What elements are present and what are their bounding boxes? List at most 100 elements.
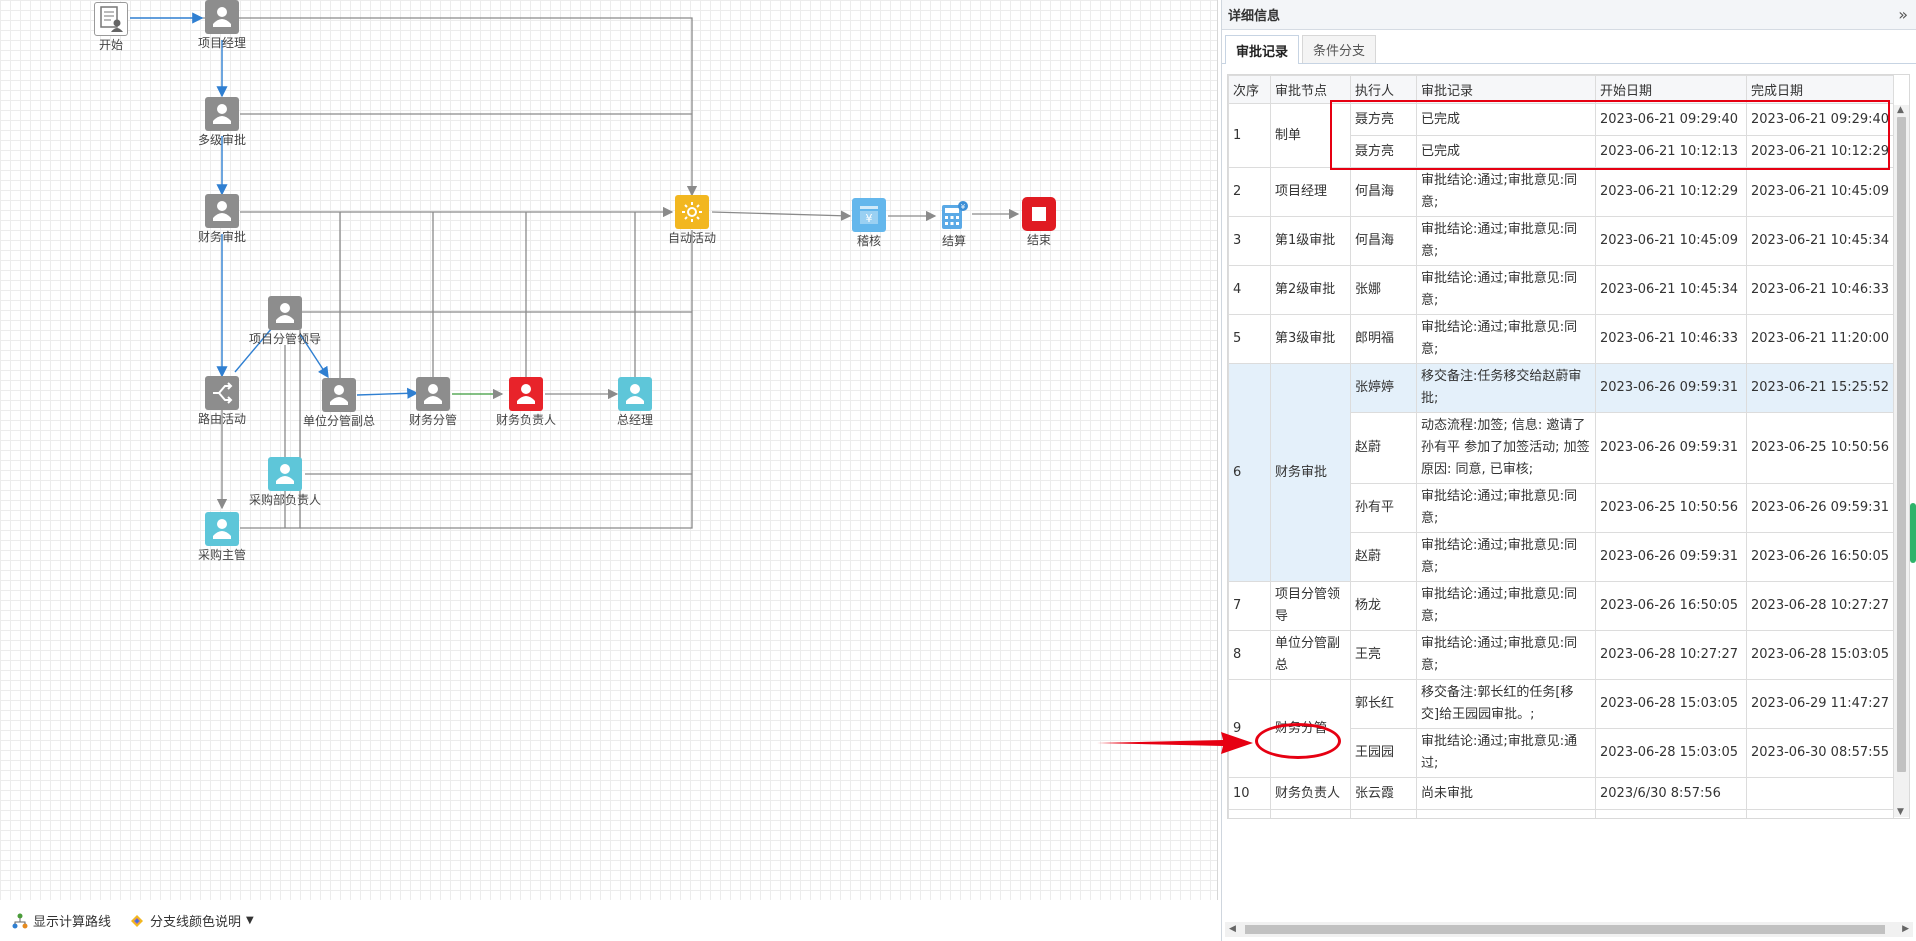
approval-table-body: 1 制单 聂方亮 已完成 2023-06-21 09:29:40 2023-06-21 0… bbox=[1228, 103, 1894, 818]
scroll-up-icon[interactable]: ▲ bbox=[1897, 105, 1904, 115]
svg-text:¥: ¥ bbox=[961, 203, 966, 211]
cell-user: 郎明福 bbox=[1350, 314, 1417, 364]
cell-node: 总经理 bbox=[1270, 809, 1351, 818]
cell-start: 2023-06-26 09:59:31 bbox=[1595, 412, 1747, 484]
cell-end: 2023-06-21 11:20:00 bbox=[1746, 314, 1894, 364]
cell-user: 杨明 bbox=[1350, 809, 1417, 818]
cell-user: 杨龙 bbox=[1350, 581, 1417, 631]
bottom-toolbar: 显示计算路线 分支线颜色说明 ▼ bbox=[0, 900, 1218, 941]
table-row[interactable]: 1 制单 聂方亮 已完成 2023-06-21 09:29:40 2023-06-21 0… bbox=[1228, 103, 1894, 168]
column-header[interactable]: 审批记录 bbox=[1416, 75, 1596, 104]
cell-node: 财务负责人 bbox=[1270, 777, 1351, 810]
tab-condition-branch[interactable]: 条件分支 bbox=[1302, 35, 1377, 63]
cell-end: 2023-06-21 09:29:40 bbox=[1746, 103, 1894, 136]
table-row[interactable]: 8 单位分管副总 王亮 审批结论:通过;审批意见:同意; 2023-06-28 10:2… bbox=[1228, 630, 1894, 680]
flow-node-purchase-manager[interactable]: 采购主管 bbox=[172, 512, 272, 562]
column-header[interactable]: 审批节点 bbox=[1270, 75, 1351, 104]
side-grip-handle[interactable] bbox=[1910, 503, 1916, 563]
scroll-left-icon[interactable]: ◀ bbox=[1229, 924, 1236, 934]
cell-node: 第1级审批 bbox=[1270, 216, 1351, 266]
cell-record: 尚未审批 bbox=[1416, 777, 1596, 810]
detail-panel: 详细信息 » 审批记录 条件分支 次序 审批节点 执行人 审批记录 开始日期 完… bbox=[1221, 0, 1916, 941]
table-row[interactable]: 7 项目分管领导 杨龙 审批结论:通过;审批意见:同意; 2023-06-26 16:5… bbox=[1228, 581, 1894, 631]
horizontal-scrollbar[interactable]: ◀ ▶ bbox=[1225, 922, 1913, 937]
table-row[interactable]: 4 第2级审批 张娜 审批结论:通过;审批意见:同意; 2023-06-21 10:45… bbox=[1228, 265, 1894, 315]
cell-record: 移交备注:郭长红的任务[移交]给王园园审批。; bbox=[1416, 679, 1596, 729]
table-row[interactable]: 6 财务审批 张婷婷 移交备注:任务移交给赵蔚审批; 2023-06-26 09:59:… bbox=[1228, 363, 1894, 582]
column-header[interactable]: 完成日期 bbox=[1746, 75, 1894, 104]
cell-start bbox=[1595, 809, 1747, 818]
approval-table: 次序 审批节点 执行人 审批记录 开始日期 完成日期 1 制单 聂方亮 已完成 2023… bbox=[1228, 75, 1894, 818]
cell-record: 审批结论:通过;审批意见:同意; bbox=[1416, 265, 1596, 315]
flow-node-label: 财务负责人 bbox=[495, 413, 556, 427]
flow-node-unit-vp[interactable]: 单位分管副总 bbox=[289, 378, 389, 428]
table-row[interactable]: 3 第1级审批 何昌海 审批结论:通过;审批意见:同意; 2023-06-21 10:4… bbox=[1228, 216, 1894, 266]
flow-node-finance-head[interactable]: 财务负责人 bbox=[476, 377, 576, 427]
cell-record: 未分配 bbox=[1416, 809, 1596, 818]
scroll-thumb[interactable] bbox=[1897, 117, 1906, 772]
flow-node-pm[interactable]: 项目经理 bbox=[172, 0, 272, 50]
cell-record: 审批结论:通过;审批意见:同意; bbox=[1416, 581, 1596, 631]
flow-node-label: 项目分管领导 bbox=[248, 332, 321, 346]
flow-canvas[interactable]: 开始 项目经理 多级审批 财务审批 项目分管领导 路由活动 单位分管副总 财务分… bbox=[0, 0, 1218, 900]
cell-end: 2023-06-21 15:25:52 bbox=[1746, 363, 1894, 413]
route-split-icon bbox=[205, 376, 239, 410]
cell-node: 项目经理 bbox=[1270, 167, 1351, 217]
flow-node-start[interactable]: 开始 bbox=[61, 2, 161, 52]
flow-node-project-leader[interactable]: 项目分管领导 bbox=[235, 296, 335, 346]
caret-down-icon: ▼ bbox=[246, 915, 254, 926]
collapse-icon[interactable]: » bbox=[1898, 5, 1908, 24]
flow-node-label: 开始 bbox=[98, 38, 123, 52]
column-header[interactable]: 执行人 bbox=[1350, 75, 1417, 104]
scroll-thumb[interactable] bbox=[1245, 925, 1885, 934]
column-header[interactable]: 开始日期 bbox=[1595, 75, 1747, 104]
branch-color-label: 分支线颜色说明 bbox=[150, 915, 242, 930]
flow-node-end[interactable]: 结束 bbox=[989, 197, 1089, 247]
flow-node-finance-division[interactable]: 财务分管 bbox=[383, 377, 483, 427]
flow-node-label: 多级审批 bbox=[197, 133, 246, 147]
flow-node-finance-review[interactable]: 财务审批 bbox=[172, 194, 272, 244]
cell-user: 郭长红 bbox=[1350, 679, 1417, 729]
cell-end bbox=[1746, 809, 1894, 818]
cell-end: 2023-06-28 15:03:05 bbox=[1746, 630, 1894, 680]
panel-header: 详细信息 » bbox=[1222, 0, 1916, 30]
branch-color-dropdown[interactable]: 分支线颜色说明 ▼ bbox=[129, 911, 254, 930]
show-path-button[interactable]: 显示计算路线 bbox=[12, 911, 111, 930]
cell-start: 2023-06-28 10:27:27 bbox=[1595, 630, 1747, 680]
cell-end: 2023-06-21 10:46:33 bbox=[1746, 265, 1894, 315]
flow-node-auto-activity[interactable]: 自动活动 bbox=[642, 195, 742, 245]
cell-end: 2023-06-25 10:50:56 bbox=[1746, 412, 1894, 484]
flow-node-route[interactable]: 路由活动 bbox=[172, 376, 272, 426]
cell-end: 2023-06-29 11:47:27 bbox=[1746, 679, 1894, 729]
flow-node-multi-approval[interactable]: 多级审批 bbox=[172, 97, 272, 147]
cell-start: 2023-06-26 16:50:05 bbox=[1595, 581, 1747, 631]
flow-node-label: 自动活动 bbox=[667, 231, 716, 245]
vertical-scrollbar[interactable]: ▲ ▼ bbox=[1894, 105, 1909, 817]
cell-user: 王园园 bbox=[1350, 728, 1417, 778]
flow-node-label: 采购部负责人 bbox=[248, 493, 321, 507]
table-row[interactable]: 11总经理杨明未分配 bbox=[1228, 809, 1894, 818]
cell-seq: 6 bbox=[1228, 363, 1271, 582]
flow-node-purchase-head[interactable]: 采购部负责人 bbox=[235, 457, 335, 507]
cell-start: 2023-06-28 15:03:05 bbox=[1595, 728, 1747, 778]
scroll-down-icon[interactable]: ▼ bbox=[1897, 807, 1904, 817]
flow-node-general-manager[interactable]: 总经理 bbox=[585, 377, 685, 427]
cell-seq: 9 bbox=[1228, 679, 1271, 778]
column-header[interactable]: 次序 bbox=[1228, 75, 1271, 104]
tab-approval-records[interactable]: 审批记录 bbox=[1225, 35, 1300, 64]
table-row[interactable]: 5 第3级审批 郎明福 审批结论:通过;审批意见:同意; 2023-06-21 10:4… bbox=[1228, 314, 1894, 364]
cell-record: 审批结论:通过;审批意见:同意; bbox=[1416, 630, 1596, 680]
calculator-icon: ¥ bbox=[937, 198, 971, 232]
stop-icon bbox=[1022, 197, 1056, 231]
cell-node: 第2级审批 bbox=[1270, 265, 1351, 315]
user-stamp-icon bbox=[416, 377, 450, 411]
table-row[interactable]: 10 财务负责人 张云霞 尚未审批 2023/6/30 8:57:56 bbox=[1228, 777, 1894, 810]
cell-record: 审批结论:通过;审批意见:通过; bbox=[1416, 728, 1596, 778]
scroll-right-icon[interactable]: ▶ bbox=[1902, 924, 1909, 934]
cell-user: 张云霞 bbox=[1350, 777, 1417, 810]
flow-node-label: 财务分管 bbox=[408, 413, 457, 427]
table-row[interactable]: 9 财务分管 郭长红 移交备注:郭长红的任务[移交]给王园园审批。; 2023-06-2… bbox=[1228, 679, 1894, 778]
table-row[interactable]: 2 项目经理 何昌海 审批结论:通过;审批意见:同意; 2023-06-21 10:12… bbox=[1228, 167, 1894, 217]
cell-start: 2023/6/30 8:57:56 bbox=[1595, 777, 1747, 810]
flow-node-label: 采购主管 bbox=[197, 548, 246, 562]
